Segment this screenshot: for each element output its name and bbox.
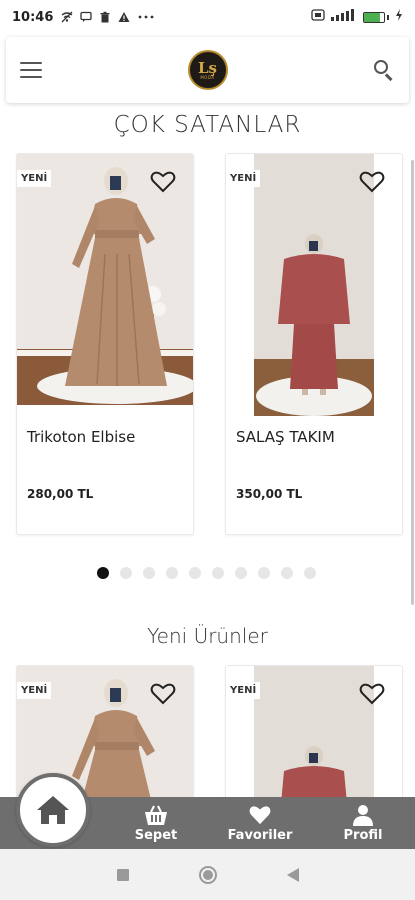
person-icon: [353, 804, 373, 826]
carousel-dot[interactable]: [143, 567, 155, 579]
carousel-dot[interactable]: [212, 567, 224, 579]
signal-icon: [331, 9, 357, 25]
home-icon: [37, 796, 69, 824]
app-screen: 10:46 Lş MODA ÇOK SATANLAR YENİ Trikoton…: [0, 0, 415, 900]
carousel-dot[interactable]: [97, 567, 109, 579]
charging-icon: [395, 9, 403, 25]
favorite-heart-icon[interactable]: [359, 682, 385, 706]
product-card[interactable]: YENİ Trikoton Elbise 280,00 TL: [16, 153, 194, 535]
carousel-dot[interactable]: [304, 567, 316, 579]
nav-favorites[interactable]: Favoriler: [222, 797, 298, 849]
nav-favorites-label: Favoriler: [227, 827, 293, 843]
new-badge: YENİ: [17, 170, 52, 187]
product-card[interactable]: YENİ SALAŞ TAKIM 350,00 TL: [225, 153, 403, 535]
carousel-dot[interactable]: [258, 567, 270, 579]
favorite-heart-icon[interactable]: [359, 170, 385, 194]
wifi-off-icon: [61, 11, 73, 23]
product-price: 350,00 TL: [236, 487, 303, 501]
trash-icon: [99, 11, 111, 23]
new-badge: YENİ: [226, 682, 261, 699]
sim-icon: [311, 9, 325, 25]
new-products-title: Yeni Ürünler: [147, 624, 268, 648]
carousel-indicator: [97, 567, 316, 579]
app-header: Lş MODA: [6, 37, 409, 103]
scrollbar[interactable]: [411, 160, 414, 605]
nav-basket[interactable]: Sepet: [124, 797, 188, 849]
nav-basket-label: Sepet: [134, 827, 178, 843]
product-name[interactable]: Trikoton Elbise: [27, 428, 135, 446]
status-bar: 10:46: [0, 0, 415, 34]
favorite-heart-icon[interactable]: [150, 170, 176, 194]
message-icon: [80, 11, 93, 23]
recents-icon[interactable]: [111, 863, 135, 887]
new-badge: YENİ: [17, 682, 52, 699]
product-price: 280,00 TL: [27, 487, 94, 501]
carousel-dot[interactable]: [189, 567, 201, 579]
logo-mark: Lş: [198, 58, 217, 77]
carousel-dot[interactable]: [281, 567, 293, 579]
nav-profile-label: Profil: [343, 827, 383, 843]
home-circle-icon[interactable]: [196, 863, 220, 887]
carousel-dot[interactable]: [120, 567, 132, 579]
favorite-heart-icon[interactable]: [150, 682, 176, 706]
warning-icon: [118, 11, 130, 23]
back-icon[interactable]: [281, 863, 305, 887]
carousel-dot[interactable]: [235, 567, 247, 579]
status-time: 10:46: [12, 9, 54, 25]
home-button[interactable]: [16, 773, 90, 847]
status-right: [311, 9, 403, 25]
menu-icon[interactable]: [20, 62, 42, 78]
nav-profile[interactable]: Profil: [335, 797, 391, 849]
product-image[interactable]: [254, 154, 374, 416]
more-icon: [137, 11, 155, 23]
search-icon[interactable]: [373, 59, 395, 81]
basket-icon: [145, 805, 167, 825]
best-sellers-title: ÇOK SATANLAR: [113, 112, 302, 138]
logo-sub: MODA: [200, 74, 215, 80]
new-badge: YENİ: [226, 170, 261, 187]
battery-icon: [363, 11, 389, 23]
product-name[interactable]: SALAŞ TAKIM: [236, 428, 335, 446]
heart-icon: [249, 805, 271, 824]
system-nav-bar: [0, 849, 415, 900]
status-icons: [61, 11, 155, 23]
brand-logo[interactable]: Lş MODA: [187, 50, 228, 90]
carousel-dot[interactable]: [166, 567, 178, 579]
